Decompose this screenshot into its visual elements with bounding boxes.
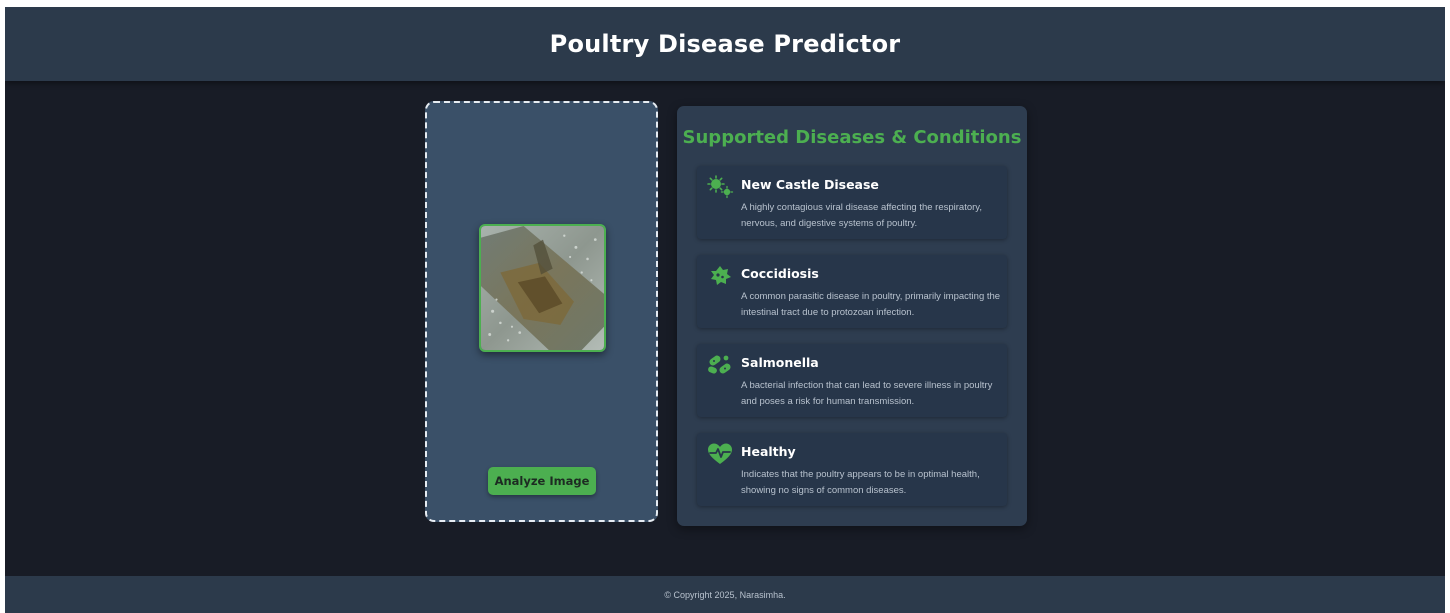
app-footer: © Copyright 2025, Narasimha. (5, 576, 1445, 613)
disease-card-coccidiosis: Coccidiosis A common parasitic disease i… (697, 255, 1007, 328)
copyright-text: © Copyright 2025, Narasimha. (664, 589, 786, 600)
disease-card-salmonella: Salmonella A bacterial infection that ca… (697, 344, 1007, 417)
heart-pulse-icon (706, 442, 734, 466)
app-header: Poultry Disease Predictor (5, 7, 1445, 81)
disease-name: Salmonella (741, 355, 819, 370)
disease-description: Indicates that the poultry appears to be… (741, 469, 980, 496)
disease-description: A common parasitic disease in poultry, p… (741, 291, 1001, 318)
app-frame: Poultry Disease Predictor Analyze Image … (5, 7, 1445, 613)
disease-description: A bacterial infection that can lead to s… (741, 380, 993, 407)
disease-card-newcastle: New Castle Disease A highly contagious v… (697, 166, 1007, 239)
analyze-image-button[interactable]: Analyze Image (488, 467, 596, 495)
bacteria-icon (706, 353, 734, 377)
disease-description: A highly contagious viral disease affect… (741, 202, 982, 229)
page-title: Poultry Disease Predictor (549, 30, 901, 58)
image-upload-dropzone[interactable]: Analyze Image (425, 101, 658, 522)
disease-card-healthy: Healthy Indicates that the poultry appea… (697, 433, 1007, 506)
diseases-title: Supported Diseases & Conditions (682, 127, 1022, 148)
poultry-sample-photo (481, 226, 604, 350)
parasite-icon (706, 264, 734, 288)
uploaded-image-preview (479, 224, 606, 352)
virus-icon (706, 175, 734, 199)
disease-name: Coccidiosis (741, 266, 819, 281)
disease-name: New Castle Disease (741, 177, 879, 192)
supported-diseases-panel: Supported Diseases & Conditions New Cast… (677, 106, 1027, 526)
disease-name: Healthy (741, 444, 796, 459)
